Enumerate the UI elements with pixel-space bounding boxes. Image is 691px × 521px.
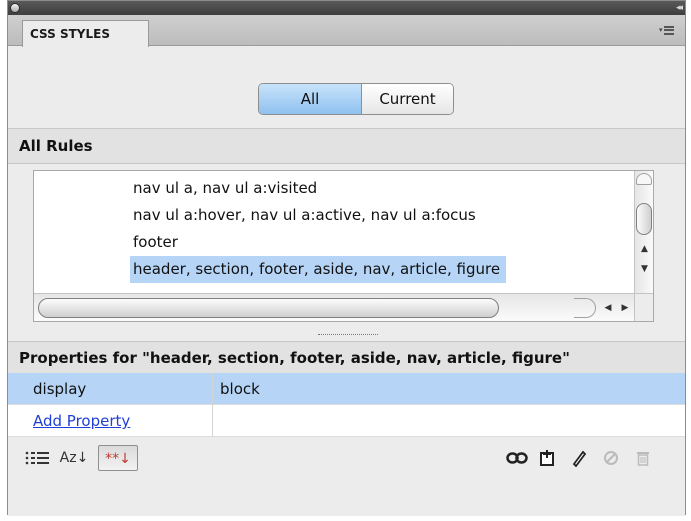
css-styles-panel: ◂◂ CSS STYLES ▾ All Current All Rules na…	[7, 0, 686, 516]
current-mode-button[interactable]: Current	[362, 84, 453, 114]
rules-list: nav ul a, nav ul a:visited nav ul a:hove…	[33, 170, 654, 322]
add-property-cell: Add Property	[8, 405, 213, 437]
delete-rule-icon[interactable]	[632, 445, 654, 471]
attach-style-sheet-icon[interactable]	[503, 445, 531, 471]
tab-css-styles[interactable]: CSS STYLES	[22, 20, 149, 47]
property-value[interactable]: block	[220, 373, 260, 405]
horizontal-scroll-thumb[interactable]	[38, 298, 499, 318]
close-icon[interactable]	[10, 3, 20, 13]
add-property-link[interactable]: Add Property	[33, 412, 130, 430]
panel-tab-bar: CSS STYLES ▾	[8, 15, 685, 47]
rule-item[interactable]: nav ul a:hover, nav ul a:active, nav ul …	[130, 202, 482, 229]
vertical-scrollbar[interactable]: ▲ ▼	[634, 171, 653, 293]
property-name[interactable]: display	[8, 373, 213, 405]
scroll-left-arrow-icon[interactable]: ◀	[600, 298, 616, 318]
pane-splitter-handle[interactable]	[318, 334, 378, 337]
disable-property-icon[interactable]	[600, 445, 622, 471]
new-css-rule-icon[interactable]	[535, 445, 559, 471]
collapse-panel-icon[interactable]: ◂◂	[676, 1, 683, 15]
scroll-right-arrow-icon[interactable]: ▶	[617, 298, 633, 318]
panel-titlebar: ◂◂	[8, 1, 685, 15]
all-mode-button[interactable]: All	[259, 84, 362, 114]
rule-item[interactable]: nav ul a, nav ul a:visited	[130, 175, 323, 202]
add-property-row: Add Property	[8, 405, 685, 437]
property-row[interactable]: display block	[8, 373, 685, 405]
scroll-corner	[634, 293, 653, 321]
properties-table: display block Add Property	[8, 373, 685, 437]
set-properties-view-icon[interactable]: **↓	[98, 445, 138, 471]
scroll-track-cap	[574, 298, 596, 318]
all-rules-heading: All Rules	[8, 128, 685, 164]
scroll-track-cap	[636, 173, 652, 185]
panel-options-menu-icon[interactable]: ▾	[659, 22, 679, 38]
vertical-scroll-thumb[interactable]	[636, 203, 652, 235]
alphabetical-view-icon[interactable]: Az↓	[58, 445, 90, 471]
mode-toggle: All Current	[258, 83, 454, 115]
category-view-icon[interactable]	[21, 445, 53, 471]
scroll-up-arrow-icon[interactable]: ▲	[635, 241, 654, 258]
rule-item[interactable]: footer	[130, 229, 184, 256]
bottom-toolbar: Az↓ **↓	[8, 437, 685, 516]
rule-item-selected[interactable]: header, section, footer, aside, nav, art…	[130, 256, 507, 283]
properties-heading: Properties for "header, section, footer,…	[8, 341, 685, 373]
edit-rule-icon[interactable]	[568, 445, 590, 471]
scroll-down-arrow-icon[interactable]: ▼	[635, 261, 654, 278]
horizontal-scrollbar[interactable]: ◀ ▶	[34, 293, 634, 321]
